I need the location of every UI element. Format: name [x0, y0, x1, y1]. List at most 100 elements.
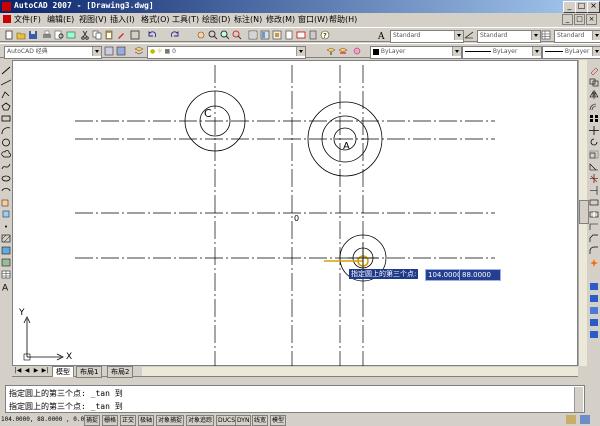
tool-palettes-icon[interactable]: [272, 30, 282, 40]
rectangle-icon[interactable]: [1, 114, 11, 123]
command-window[interactable]: 指定圆上的第三个点: _tan 到 指定圆上的第三个点: _tan 到: [5, 385, 585, 413]
ducs-toggle[interactable]: DUCS: [216, 415, 238, 426]
menu-dimension[interactable]: 标注(N): [234, 14, 262, 25]
make-layer-current-icon[interactable]: [326, 46, 336, 56]
workspace-settings-icon[interactable]: [104, 46, 114, 56]
chamfer-icon[interactable]: [589, 234, 599, 243]
dim-style-icon[interactable]: [464, 30, 474, 40]
table-icon[interactable]: [1, 270, 11, 279]
undo-icon[interactable]: [147, 30, 157, 40]
menu-edit[interactable]: 编辑(E): [47, 14, 74, 25]
color-select[interactable]: ByLayer: [370, 46, 462, 59]
drawing-canvas[interactable]: C A 0 Y X 指定圆上的第三个点: 104.0000 88.0000: [12, 60, 578, 367]
pan-icon[interactable]: [196, 30, 206, 40]
erase-icon[interactable]: [589, 66, 599, 75]
chevron-down-icon[interactable]: [532, 47, 541, 56]
layer-previous-icon[interactable]: [338, 46, 348, 56]
text-style-select[interactable]: Standard: [390, 30, 464, 43]
polyline-icon[interactable]: [1, 90, 11, 99]
ellipse-arc-icon[interactable]: [1, 186, 11, 195]
workspace-select[interactable]: AutoCAD 经典: [4, 46, 102, 59]
dynamic-input-x[interactable]: 104.0000: [425, 269, 461, 281]
menu-modify[interactable]: 修改(M): [266, 14, 295, 25]
pan-hand-icon[interactable]: [352, 46, 362, 56]
osnap-toggle[interactable]: 对象捕捉: [156, 415, 185, 426]
polygon-icon[interactable]: [1, 102, 11, 111]
layer-manager-icon[interactable]: [134, 46, 144, 56]
polar-toggle[interactable]: 极轴: [138, 415, 155, 426]
help-icon[interactable]: ?: [320, 30, 330, 40]
circle-icon[interactable]: [1, 138, 11, 147]
point-icon[interactable]: [1, 222, 11, 231]
menu-insert[interactable]: 插入(I): [110, 14, 135, 25]
spline-icon[interactable]: [1, 162, 11, 171]
lightbulb-icon[interactable]: ●: [150, 48, 155, 55]
zoom-realtime-icon[interactable]: [208, 30, 218, 40]
drawing-icon[interactable]: [3, 14, 11, 23]
tab-model[interactable]: 模型: [52, 366, 74, 377]
tray-comm-icon[interactable]: [580, 415, 590, 424]
linetype-select[interactable]: ByLayer: [462, 46, 542, 59]
tab-layout2[interactable]: 布局2: [107, 366, 134, 378]
layer-select[interactable]: ● ☼ ■ 0: [147, 46, 306, 59]
table-style-icon[interactable]: [541, 30, 551, 40]
stretch-icon[interactable]: [589, 162, 599, 171]
dynamic-input-y[interactable]: 88.0000: [459, 269, 501, 281]
revision-cloud-icon[interactable]: [1, 150, 11, 159]
dyn-toggle[interactable]: DYN: [235, 415, 252, 426]
ellipse-icon[interactable]: [1, 174, 11, 183]
chevron-down-icon[interactable]: [452, 47, 461, 56]
sheet-set-icon[interactable]: [284, 30, 294, 40]
offset-icon[interactable]: [589, 102, 599, 111]
region-icon[interactable]: [1, 258, 11, 267]
snap-settings-icon[interactable]: [589, 330, 599, 339]
menu-help[interactable]: 帮助(H): [329, 14, 357, 25]
explode-icon[interactable]: [589, 258, 599, 267]
publish-icon[interactable]: [66, 30, 76, 40]
hatch-icon[interactable]: [1, 234, 11, 243]
block-editor-icon[interactable]: [130, 30, 140, 40]
tab-first-button[interactable]: |◀: [14, 367, 22, 375]
grid-toggle[interactable]: 栅格: [102, 415, 119, 426]
menu-draw[interactable]: 绘图(D): [202, 14, 230, 25]
command-scrollbar[interactable]: [574, 387, 583, 412]
copy-object-icon[interactable]: [589, 78, 599, 87]
arc-icon[interactable]: [1, 126, 11, 135]
plot-preview-icon[interactable]: [54, 30, 64, 40]
fillet-icon[interactable]: [589, 246, 599, 255]
sun-icon[interactable]: ☼: [157, 48, 162, 55]
trim-icon[interactable]: [589, 174, 599, 183]
table-style-select[interactable]: Standard: [554, 30, 600, 43]
save-icon[interactable]: [28, 30, 38, 40]
text-style-icon[interactable]: A: [377, 30, 387, 40]
chevron-down-icon[interactable]: [592, 47, 600, 56]
new-icon[interactable]: [4, 30, 14, 40]
join-icon[interactable]: [589, 222, 599, 231]
chevron-down-icon[interactable]: [454, 31, 463, 40]
menu-format[interactable]: 格式(O): [141, 14, 170, 25]
paste-icon[interactable]: [104, 30, 114, 40]
chevron-down-icon[interactable]: [531, 31, 540, 40]
horizontal-scrollbar[interactable]: [142, 367, 578, 376]
open-icon[interactable]: [16, 30, 26, 40]
menu-window[interactable]: 窗口(W): [298, 14, 328, 25]
tab-next-button[interactable]: ▶: [32, 367, 40, 375]
tray-lock-icon[interactable]: [566, 415, 576, 424]
redo-icon[interactable]: [170, 30, 180, 40]
tab-last-button[interactable]: ▶|: [41, 367, 49, 375]
workspace-save-icon[interactable]: [116, 46, 126, 56]
tab-prev-button[interactable]: ◀: [23, 367, 31, 375]
lineweight-select[interactable]: ByLayer: [542, 46, 600, 59]
design-center-icon[interactable]: [260, 30, 270, 40]
scroll-thumb[interactable]: [579, 200, 589, 224]
scale-icon[interactable]: [589, 150, 599, 159]
construction-line-icon[interactable]: [1, 78, 11, 87]
insert-block-icon[interactable]: [1, 198, 11, 207]
chevron-down-icon[interactable]: [92, 47, 101, 56]
doc-restore-button[interactable]: □: [574, 14, 585, 25]
zoom-window-icon[interactable]: [220, 30, 230, 40]
dim-style-select[interactable]: Standard: [477, 30, 541, 43]
snap-center-icon[interactable]: [589, 306, 599, 315]
menu-view[interactable]: 视图(V): [79, 14, 107, 25]
break-icon[interactable]: [589, 210, 599, 219]
